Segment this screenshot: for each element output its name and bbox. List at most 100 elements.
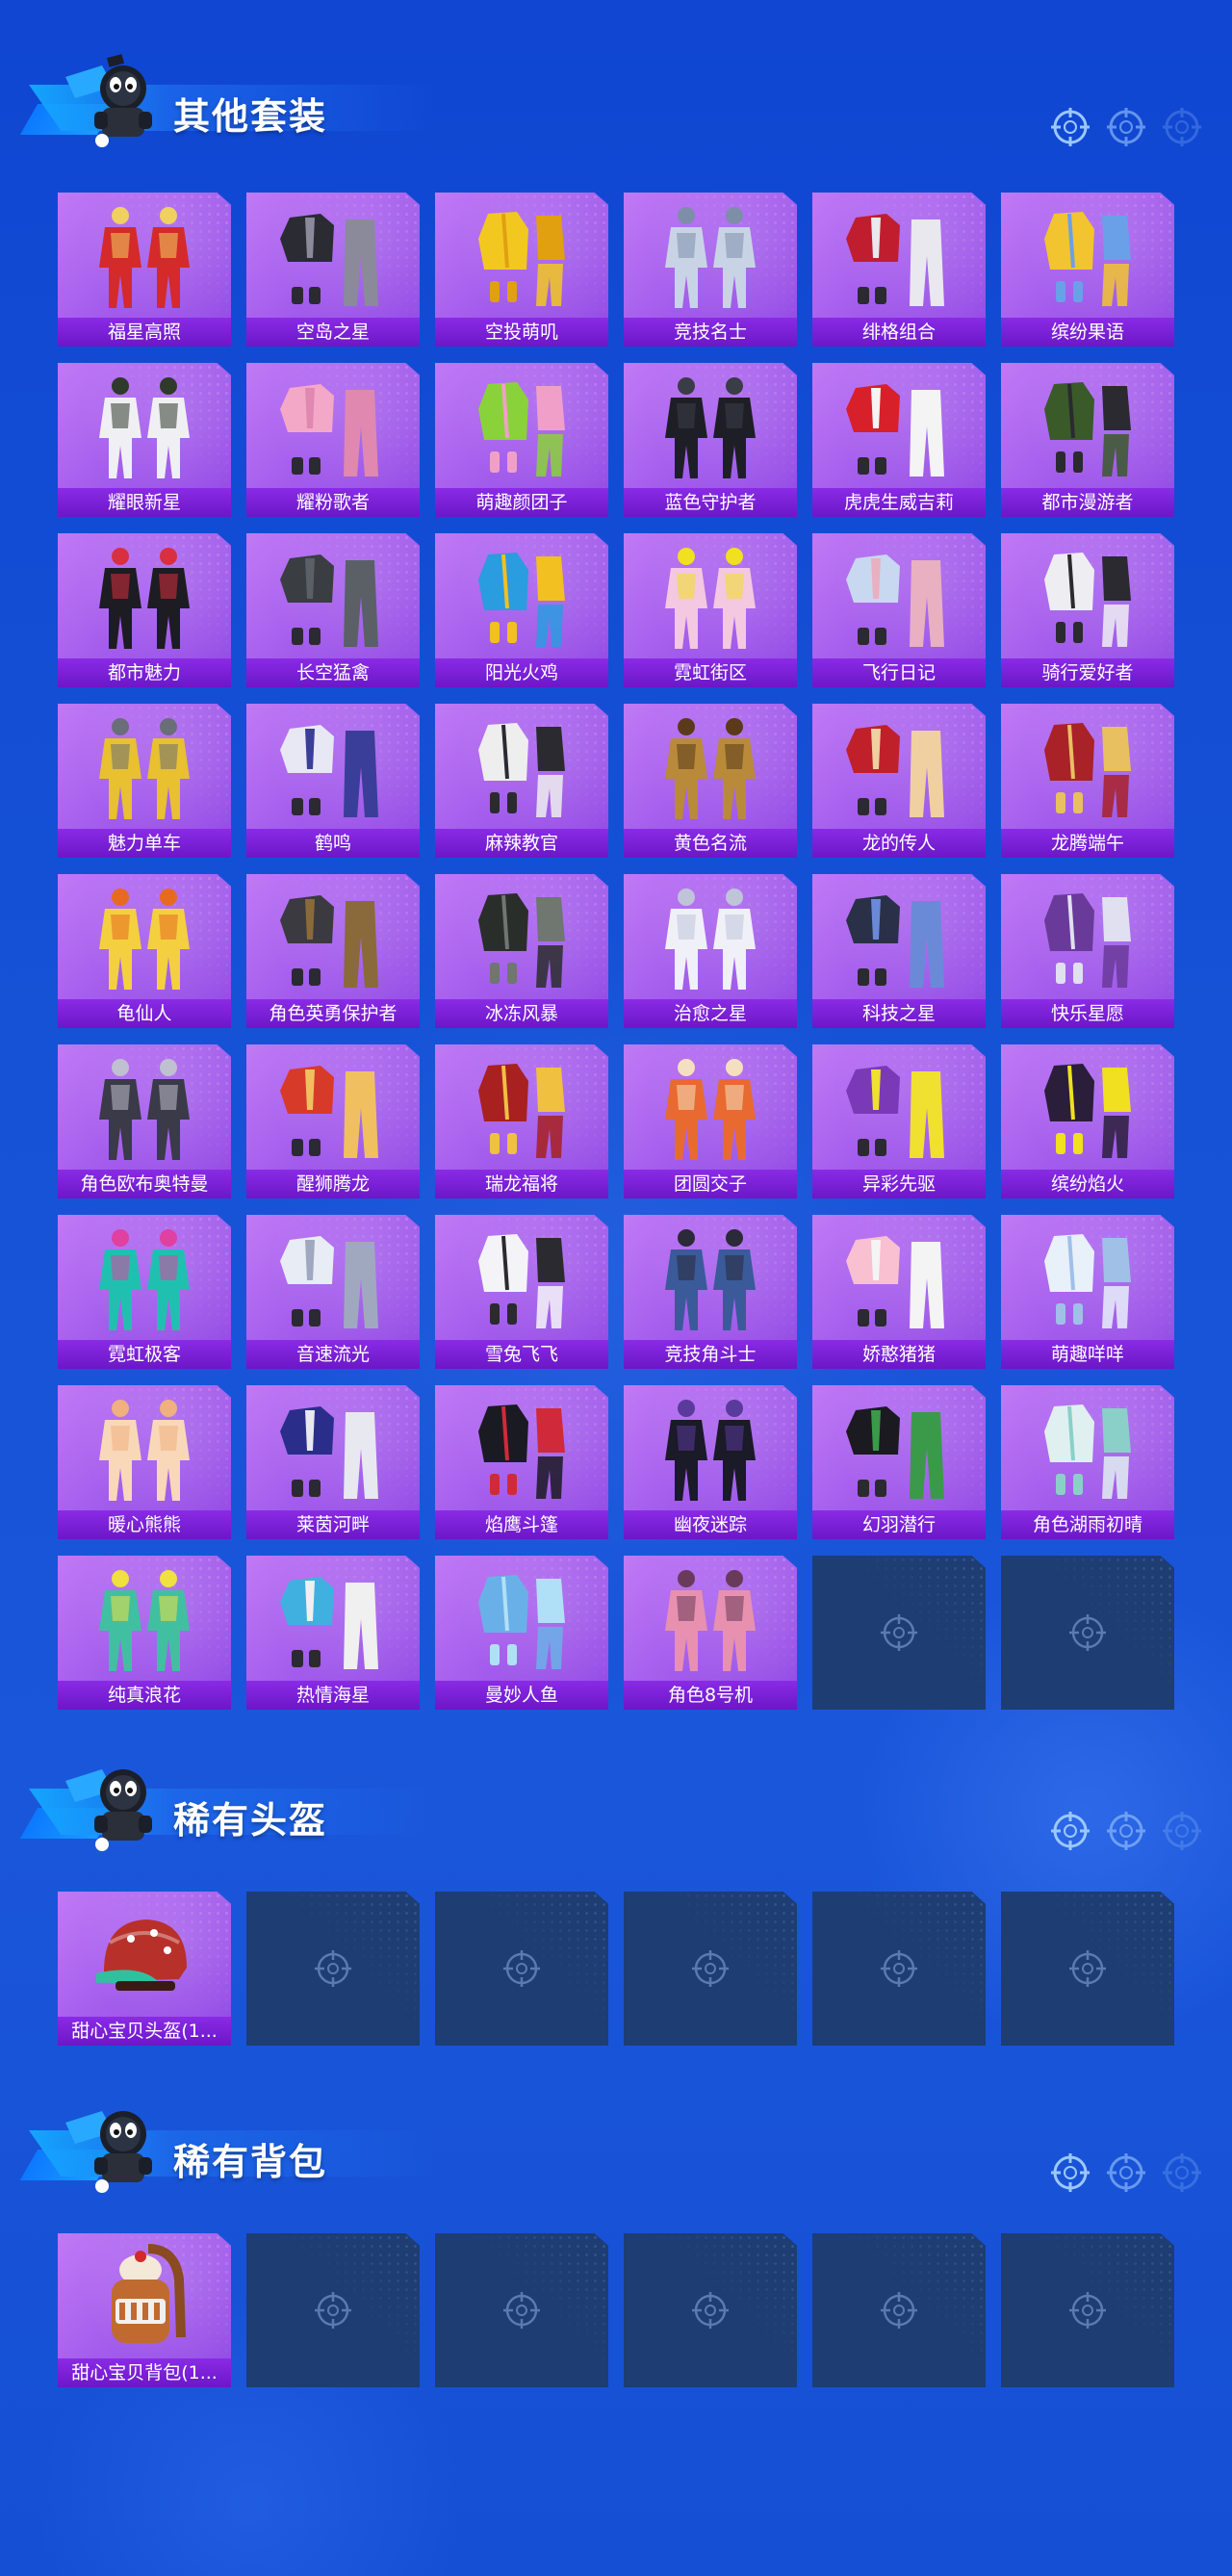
item-image (58, 1561, 231, 1681)
item-card[interactable]: 飞行日记 (812, 533, 986, 687)
item-card[interactable]: 治愈之星 (624, 874, 797, 1028)
item-name: 瑞龙福将 (435, 1170, 608, 1198)
item-card[interactable]: 幻羽潜行 (812, 1385, 986, 1539)
item-card[interactable]: 福星高照 (58, 193, 231, 347)
item-card[interactable]: 焰鹰斗篷 (435, 1385, 608, 1539)
item-image (246, 1561, 420, 1681)
item-card[interactable]: 快乐星愿 (1001, 874, 1174, 1028)
crosshair-icon (1163, 1812, 1201, 1850)
item-card[interactable]: 霓虹极客 (58, 1215, 231, 1369)
item-card[interactable]: 龟仙人 (58, 874, 231, 1028)
item-card[interactable]: 竞技角斗士 (624, 1215, 797, 1369)
item-card[interactable]: 纯真浪花 (58, 1556, 231, 1710)
item-card[interactable]: 冰冻风暴 (435, 874, 608, 1028)
item-card[interactable]: 雪兔飞飞 (435, 1215, 608, 1369)
crosshair-icon (692, 2292, 729, 2329)
item-card[interactable]: 异彩先驱 (812, 1044, 986, 1198)
item-card[interactable]: 空岛之星 (246, 193, 420, 347)
item-card[interactable]: 鹤鸣 (246, 704, 420, 858)
item-image (58, 709, 231, 829)
item-card[interactable]: 龙的传人 (812, 704, 986, 858)
item-card[interactable]: 音速流光 (246, 1215, 420, 1369)
mascot-icon (65, 54, 152, 147)
item-image (624, 1050, 797, 1170)
item-card[interactable]: 骑行爱好者 (1001, 533, 1174, 687)
item-card[interactable]: 绯格组合 (812, 193, 986, 347)
empty-slot (1001, 2233, 1174, 2387)
item-image (624, 1391, 797, 1510)
item-name: 快乐星愿 (1001, 999, 1174, 1028)
section-title: 其他套装 (173, 95, 328, 138)
crosshair-icon (1163, 108, 1201, 146)
crosshair-icon (1163, 2153, 1201, 2192)
item-card[interactable]: 龙腾端午 (1001, 704, 1174, 858)
item-image (1001, 880, 1174, 999)
item-card[interactable]: 虎虎生威吉莉 (812, 363, 986, 517)
item-card[interactable]: 麻辣教官 (435, 704, 608, 858)
empty-slot (1001, 1892, 1174, 2046)
item-name: 冰冻风暴 (435, 999, 608, 1028)
item-name: 团圆交子 (624, 1170, 797, 1198)
item-name: 雪兔飞飞 (435, 1340, 608, 1369)
crosshair-icon (1107, 108, 1145, 146)
item-card[interactable]: 莱茵河畔 (246, 1385, 420, 1539)
item-image (246, 1391, 420, 1510)
empty-slot (1001, 1556, 1174, 1710)
item-card[interactable]: 角色欧布奥特曼 (58, 1044, 231, 1198)
item-name: 醒狮腾龙 (246, 1170, 420, 1198)
decor-scopes (1049, 2151, 1203, 2194)
item-name: 空岛之星 (246, 318, 420, 347)
item-card[interactable]: 缤纷果语 (1001, 193, 1174, 347)
item-name: 竞技名士 (624, 318, 797, 347)
item-name: 缤纷焰火 (1001, 1170, 1174, 1198)
item-card[interactable]: 空投萌叽 (435, 193, 608, 347)
item-card[interactable]: 醒狮腾龙 (246, 1044, 420, 1198)
item-card[interactable]: 萌趣咩咩 (1001, 1215, 1174, 1369)
empty-slot (624, 1892, 797, 2046)
item-card[interactable]: 热情海星 (246, 1556, 420, 1710)
section-header: 其他套装 (19, 48, 1203, 154)
item-card[interactable]: 甜心宝贝背包(1... (58, 2233, 231, 2387)
item-card[interactable]: 竞技名士 (624, 193, 797, 347)
item-name: 鹤鸣 (246, 829, 420, 858)
item-card[interactable]: 甜心宝贝头盔(1... (58, 1892, 231, 2046)
item-card[interactable]: 角色8号机 (624, 1556, 797, 1710)
item-card[interactable]: 娇憨猪猪 (812, 1215, 986, 1369)
item-image (812, 1221, 986, 1340)
item-grid: 福星高照 空岛之星 空投萌叽 竞技名士 绯格组合 缤纷果语 耀眼新星 耀粉歌者 … (58, 193, 1174, 1710)
item-card[interactable]: 蓝色守护者 (624, 363, 797, 517)
item-card[interactable]: 萌趣颜团子 (435, 363, 608, 517)
item-card[interactable]: 曼妙人鱼 (435, 1556, 608, 1710)
item-card[interactable]: 霓虹街区 (624, 533, 797, 687)
item-card[interactable]: 幽夜迷踪 (624, 1385, 797, 1539)
item-card[interactable]: 团圆交子 (624, 1044, 797, 1198)
item-image (435, 1050, 608, 1170)
item-name: 麻辣教官 (435, 829, 608, 858)
item-card[interactable]: 黄色名流 (624, 704, 797, 858)
item-name: 飞行日记 (812, 658, 986, 687)
item-card[interactable]: 阳光火鸡 (435, 533, 608, 687)
item-card[interactable]: 暖心熊熊 (58, 1385, 231, 1539)
item-image (812, 539, 986, 658)
item-card[interactable]: 长空猛禽 (246, 533, 420, 687)
item-image (246, 1050, 420, 1170)
item-card[interactable]: 耀眼新星 (58, 363, 231, 517)
item-name: 缤纷果语 (1001, 318, 1174, 347)
item-card[interactable]: 角色湖雨初晴 (1001, 1385, 1174, 1539)
item-card[interactable]: 耀粉歌者 (246, 363, 420, 517)
item-card[interactable]: 魅力单车 (58, 704, 231, 858)
item-card[interactable]: 角色英勇保护者 (246, 874, 420, 1028)
item-card[interactable]: 科技之星 (812, 874, 986, 1028)
decor-scopes (1049, 1810, 1203, 1852)
item-name: 龙腾端午 (1001, 829, 1174, 858)
item-name: 热情海星 (246, 1681, 420, 1710)
item-name: 竞技角斗士 (624, 1340, 797, 1369)
item-image (435, 1561, 608, 1681)
item-card[interactable]: 都市漫游者 (1001, 363, 1174, 517)
item-card[interactable]: 缤纷焰火 (1001, 1044, 1174, 1198)
item-image (812, 1050, 986, 1170)
item-image (435, 880, 608, 999)
empty-slot (812, 1556, 986, 1710)
item-card[interactable]: 都市魅力 (58, 533, 231, 687)
item-card[interactable]: 瑞龙福将 (435, 1044, 608, 1198)
